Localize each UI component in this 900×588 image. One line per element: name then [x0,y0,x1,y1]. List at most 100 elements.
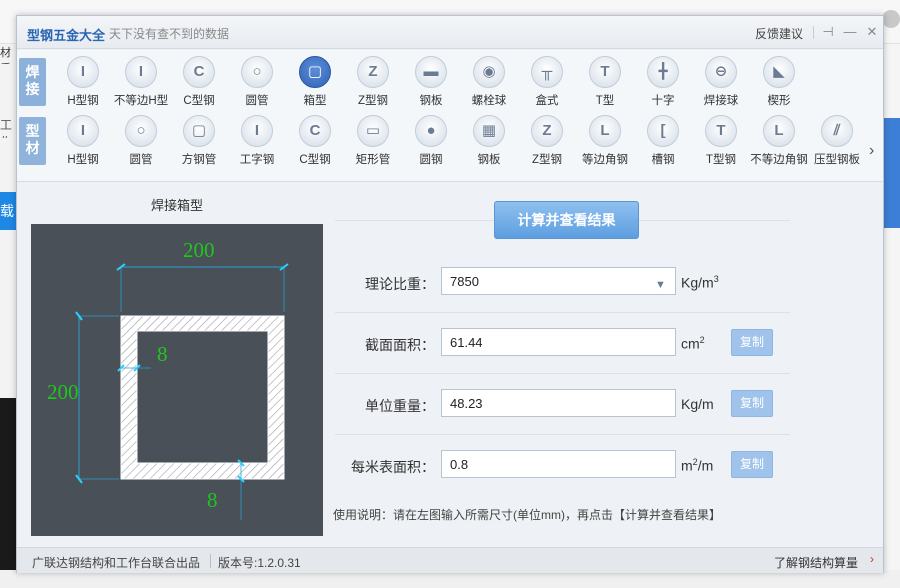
tool-label: 矩形管 [355,154,391,166]
tool-button[interactable]: I 工字钢 [227,113,287,171]
shape-icon: Z [357,56,389,88]
divider [335,434,790,435]
tool-label: 圆管 [245,95,269,107]
tool-label: 压型钢板 [814,154,860,166]
shape-icon: ▢ [299,56,331,88]
tool-button[interactable]: [槽钢 [633,113,693,171]
tool-label: 箱型 [303,95,327,107]
app-title: 型钢五金大全 [27,28,106,43]
tool-label: 楔形 [767,95,791,107]
tool-button[interactable]: ▢ 方钢管 [169,113,229,171]
tool-button[interactable]: I 不等边H型 [111,54,171,112]
status-bar: 广联达钢结构和工作台联合出品 版本号:1.2.0.31 了解钢结构算量 › [17,547,883,573]
shape-icon: ▦ [473,115,505,147]
shape-icon: ▬ [415,56,447,88]
chevron-right-icon[interactable]: › [869,142,874,160]
tool-button[interactable]: Z Z型钢 [517,113,577,171]
tool-label: 方钢管 [181,154,217,166]
background-tab[interactable]: 工作 [0,116,16,138]
pin-icon[interactable]: ⊣ [819,23,837,41]
tool-button[interactable]: ▭ 矩形管 [343,113,403,171]
row-label-profile: 型 材 [19,117,46,165]
area-label: 截面面积： [365,337,435,353]
tool-label: 焊接球 [703,95,739,107]
tool-button[interactable]: C C型钢 [285,113,345,171]
tool-label: 等边角钢 [582,154,628,166]
tool-button[interactable]: ▬ 钢板 [401,54,461,112]
copy-surface-button[interactable]: 复制 [731,451,773,478]
weight-label: 单位重量： [365,398,435,414]
shape-icon: L [763,115,795,147]
background-mascot-banner[interactable] [884,118,900,228]
width-dimension[interactable] [183,238,225,263]
copy-area-button[interactable]: 复制 [731,329,773,356]
app-window: 型钢五金大全 天下没有查不到的数据 反馈建议 ⊣ — ✕ 焊 接 I H型钢 I 不等… [16,15,884,573]
flange-thickness-dimension[interactable] [207,488,227,513]
tool-button[interactable]: T T型钢 [691,113,751,171]
web-thickness-dimension[interactable] [157,342,177,367]
publisher-text: 广联达钢结构和工作台联合出品 [32,556,201,570]
tool-button[interactable]: ▢ 箱型 [285,54,345,112]
shape-icon: ⊖ [705,56,737,88]
tool-label: 螺栓球 [471,95,507,107]
tool-button[interactable]: Z Z型钢 [343,54,403,112]
tool-button[interactable]: ▦ 钢板 [459,113,519,171]
tool-label: T型钢 [705,154,737,166]
tool-label: 工字钢 [239,154,275,166]
tool-button[interactable]: ◉ 螺栓球 [459,54,519,112]
chevron-right-icon[interactable]: › [870,552,874,566]
tool-button[interactable]: ● 圆钢 [401,113,461,171]
tool-button[interactable]: C C型钢 [169,54,229,112]
width-input[interactable] [183,238,225,263]
calculate-button[interactable]: 计算并查看结果 [494,201,639,239]
shape-icon: Z [531,115,563,147]
tool-label: Z型钢 [357,95,389,107]
avatar[interactable] [882,10,900,28]
shape-icon: ▭ [357,115,389,147]
background-tab[interactable]: 材质 [0,44,16,64]
shape-icon: ◉ [473,56,505,88]
flange-thickness-input[interactable] [207,488,227,513]
tool-label: C型钢 [299,154,331,166]
shape-icon: C [299,115,331,147]
divider [335,373,790,374]
tool-button[interactable]: ◣ 楔形 [749,54,809,112]
app-slogan: 天下没有查不到的数据 [109,27,230,41]
tool-button[interactable]: ⫽ 压型钢板 [807,113,867,171]
area-field[interactable] [441,328,676,356]
tool-button[interactable]: L 等边角钢 [575,113,635,171]
shape-icon: T [589,56,621,88]
surface-unit: m2/m [681,457,714,474]
shape-icon: ╥ [531,56,563,88]
tool-button[interactable]: ○ 圆管 [227,54,287,112]
web-thickness-input[interactable] [157,342,177,367]
height-dimension[interactable] [47,380,89,405]
surface-label: 每米表面积： [351,459,435,475]
tool-button[interactable]: L 不等边角钢 [749,113,809,171]
surface-field[interactable] [441,450,676,478]
tool-button[interactable]: I H型钢 [53,113,113,171]
tool-label: 圆钢 [419,154,443,166]
tool-button[interactable]: ⊖ 焊接球 [691,54,751,112]
copy-weight-button[interactable]: 复制 [731,390,773,417]
shape-icon: ○ [241,56,273,88]
background-blue-button[interactable]: 载 [0,192,16,230]
close-icon[interactable]: ✕ [863,23,881,41]
height-input[interactable] [47,380,89,405]
tool-button[interactable]: ○ 圆管 [111,113,171,171]
divider [813,26,814,39]
density-select[interactable] [441,267,676,295]
learn-more-link[interactable]: 了解钢结构算量 [774,554,858,571]
tool-label: T型 [595,95,615,107]
divider [335,312,790,313]
tool-button[interactable]: I H型钢 [53,54,113,112]
tool-button[interactable]: T T型 [575,54,635,112]
minimize-icon[interactable]: — [841,23,859,41]
tool-label: 不等边H型 [113,95,169,107]
tool-button[interactable]: ╥ 盒式 [517,54,577,112]
feedback-link[interactable]: 反馈建议 [755,25,803,42]
weight-field[interactable] [441,389,676,417]
tool-button[interactable]: ╋ 十字 [633,54,693,112]
shape-icon: [ [647,115,679,147]
chevron-down-icon[interactable]: ▼ [655,279,666,291]
